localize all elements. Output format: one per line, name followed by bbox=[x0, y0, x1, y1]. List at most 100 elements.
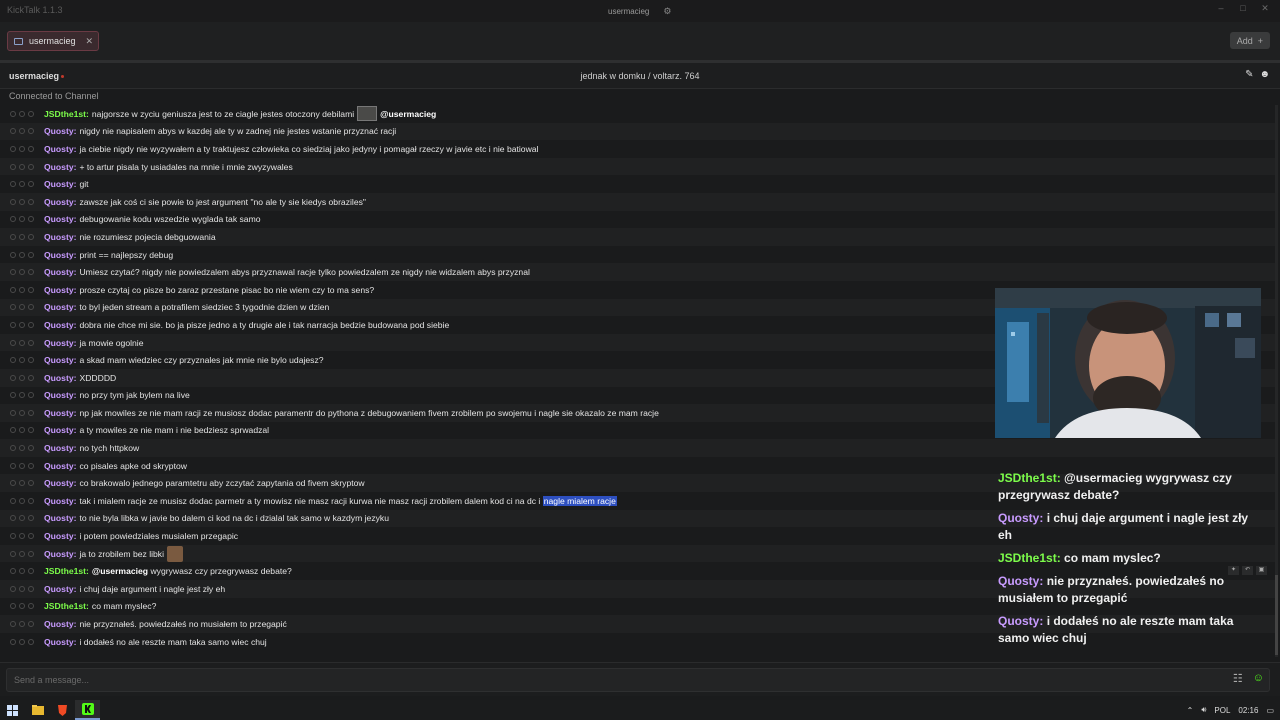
mod-actions[interactable] bbox=[10, 550, 44, 557]
ban-icon[interactable] bbox=[19, 145, 25, 152]
delete-icon[interactable] bbox=[28, 515, 34, 522]
delete-icon[interactable] bbox=[28, 233, 34, 240]
timeout-icon[interactable] bbox=[10, 445, 16, 452]
timeout-icon[interactable] bbox=[10, 585, 16, 592]
delete-icon[interactable] bbox=[28, 163, 34, 170]
mod-actions[interactable] bbox=[10, 392, 44, 399]
message-author[interactable]: Quοsty: bbox=[44, 126, 76, 136]
mod-actions[interactable] bbox=[10, 445, 44, 452]
timeout-icon[interactable] bbox=[10, 304, 16, 311]
timeout-icon[interactable] bbox=[10, 374, 16, 381]
mod-actions[interactable] bbox=[10, 480, 44, 487]
delete-icon[interactable] bbox=[28, 392, 34, 399]
delete-icon[interactable] bbox=[28, 603, 34, 610]
ban-icon[interactable] bbox=[19, 585, 25, 592]
mod-actions[interactable] bbox=[10, 286, 44, 293]
timeout-icon[interactable] bbox=[10, 621, 16, 628]
minimize-icon[interactable]: – bbox=[1210, 3, 1232, 14]
ban-icon[interactable] bbox=[19, 445, 25, 452]
chat-message[interactable]: Quοsty: ja ciebie nigdy nie wyzywałem a t… bbox=[0, 140, 1275, 158]
timeout-icon[interactable] bbox=[10, 181, 16, 188]
reply-action-icon[interactable]: ↶ bbox=[1242, 566, 1253, 575]
timeout-icon[interactable] bbox=[10, 480, 16, 487]
delete-icon[interactable] bbox=[28, 286, 34, 293]
message-author[interactable]: Quοsty: bbox=[44, 443, 76, 453]
delete-icon[interactable] bbox=[28, 339, 34, 346]
message-input[interactable] bbox=[6, 668, 1270, 692]
chat-message[interactable]: Quοsty: nie rozumiesz pojecia debguowania bbox=[0, 228, 1275, 246]
mod-actions[interactable] bbox=[10, 533, 44, 540]
message-author[interactable]: Quοsty: bbox=[44, 320, 76, 330]
delete-icon[interactable] bbox=[28, 445, 34, 452]
timeout-icon[interactable] bbox=[10, 110, 16, 117]
message-author[interactable]: Quοsty: bbox=[44, 496, 76, 506]
message-author[interactable]: Quοsty: bbox=[44, 285, 76, 295]
chat-message[interactable]: Quοsty: no tych httpkow bbox=[0, 439, 1275, 457]
ban-icon[interactable] bbox=[19, 321, 25, 328]
mod-actions[interactable] bbox=[10, 181, 44, 188]
timeout-icon[interactable] bbox=[10, 145, 16, 152]
ban-icon[interactable] bbox=[19, 251, 25, 258]
ban-icon[interactable] bbox=[19, 286, 25, 293]
chat-message[interactable]: Quοsty: zawsze jak coś ci sie powie to je… bbox=[0, 192, 1275, 211]
delete-icon[interactable] bbox=[28, 181, 34, 188]
ban-icon[interactable] bbox=[19, 339, 25, 346]
delete-icon[interactable] bbox=[28, 533, 34, 540]
message-author[interactable]: Quοsty: bbox=[44, 619, 76, 629]
emote-icon[interactable] bbox=[357, 106, 378, 122]
chat-message[interactable]: JSDthe1st: najgorsze w zyciu geniusza jes… bbox=[0, 105, 1275, 123]
timeout-icon[interactable] bbox=[10, 515, 16, 522]
timeout-icon[interactable] bbox=[10, 216, 16, 223]
message-author[interactable]: Quοsty: bbox=[44, 214, 76, 224]
mod-actions[interactable] bbox=[10, 497, 44, 504]
delete-icon[interactable] bbox=[28, 216, 34, 223]
ban-icon[interactable] bbox=[19, 603, 25, 610]
message-author[interactable]: JSDthe1st: bbox=[44, 566, 89, 576]
ban-icon[interactable] bbox=[19, 269, 25, 276]
message-author[interactable]: Quοsty: bbox=[44, 637, 76, 647]
volume-icon[interactable]: 🔊︎ bbox=[1201, 705, 1206, 715]
message-author[interactable]: Quοsty: bbox=[44, 513, 76, 523]
translate-icon[interactable]: ☷ bbox=[1233, 672, 1243, 685]
ban-icon[interactable] bbox=[19, 233, 25, 240]
ban-icon[interactable] bbox=[19, 462, 25, 469]
message-author[interactable]: Quοsty: bbox=[44, 302, 76, 312]
mod-actions[interactable] bbox=[10, 568, 44, 575]
mod-actions[interactable] bbox=[10, 621, 44, 628]
title-user[interactable]: usermacieg bbox=[600, 7, 657, 16]
message-author[interactable]: Quοsty: bbox=[44, 162, 76, 172]
timeout-icon[interactable] bbox=[10, 392, 16, 399]
timeout-icon[interactable] bbox=[10, 198, 16, 205]
notifications-icon[interactable]: ▭ bbox=[1266, 706, 1274, 715]
gear-icon[interactable]: ⚙ bbox=[663, 6, 671, 17]
mod-actions[interactable] bbox=[10, 251, 44, 258]
brave-browser-icon[interactable] bbox=[50, 700, 75, 720]
mod-actions[interactable] bbox=[10, 269, 44, 276]
chat-scrollbar[interactable] bbox=[1275, 105, 1278, 657]
mod-actions[interactable] bbox=[10, 233, 44, 240]
timeout-icon[interactable] bbox=[10, 233, 16, 240]
mod-actions[interactable] bbox=[10, 462, 44, 469]
delete-icon[interactable] bbox=[28, 110, 34, 117]
mod-actions[interactable] bbox=[10, 427, 44, 434]
chat-message[interactable]: Quοsty: git bbox=[0, 175, 1275, 193]
delete-icon[interactable] bbox=[28, 128, 34, 135]
mod-actions[interactable] bbox=[10, 304, 44, 311]
ban-icon[interactable] bbox=[19, 357, 25, 364]
add-channel-button[interactable]: Add + bbox=[1229, 32, 1270, 49]
delete-icon[interactable] bbox=[28, 198, 34, 205]
message-author[interactable]: Quοsty: bbox=[44, 355, 76, 365]
mod-actions[interactable] bbox=[10, 216, 44, 223]
close-icon[interactable]: ✕ bbox=[1254, 3, 1276, 14]
mod-actions[interactable] bbox=[10, 357, 44, 364]
ban-icon[interactable] bbox=[19, 621, 25, 628]
windows-start-icon[interactable] bbox=[0, 700, 25, 720]
delete-icon[interactable] bbox=[28, 321, 34, 328]
delete-icon[interactable] bbox=[28, 145, 34, 152]
mod-actions[interactable] bbox=[10, 128, 44, 135]
timeout-icon[interactable] bbox=[10, 462, 16, 469]
mod-actions[interactable] bbox=[10, 515, 44, 522]
mod-actions[interactable] bbox=[10, 374, 44, 381]
ban-icon[interactable] bbox=[19, 163, 25, 170]
mod-actions[interactable] bbox=[10, 585, 44, 592]
